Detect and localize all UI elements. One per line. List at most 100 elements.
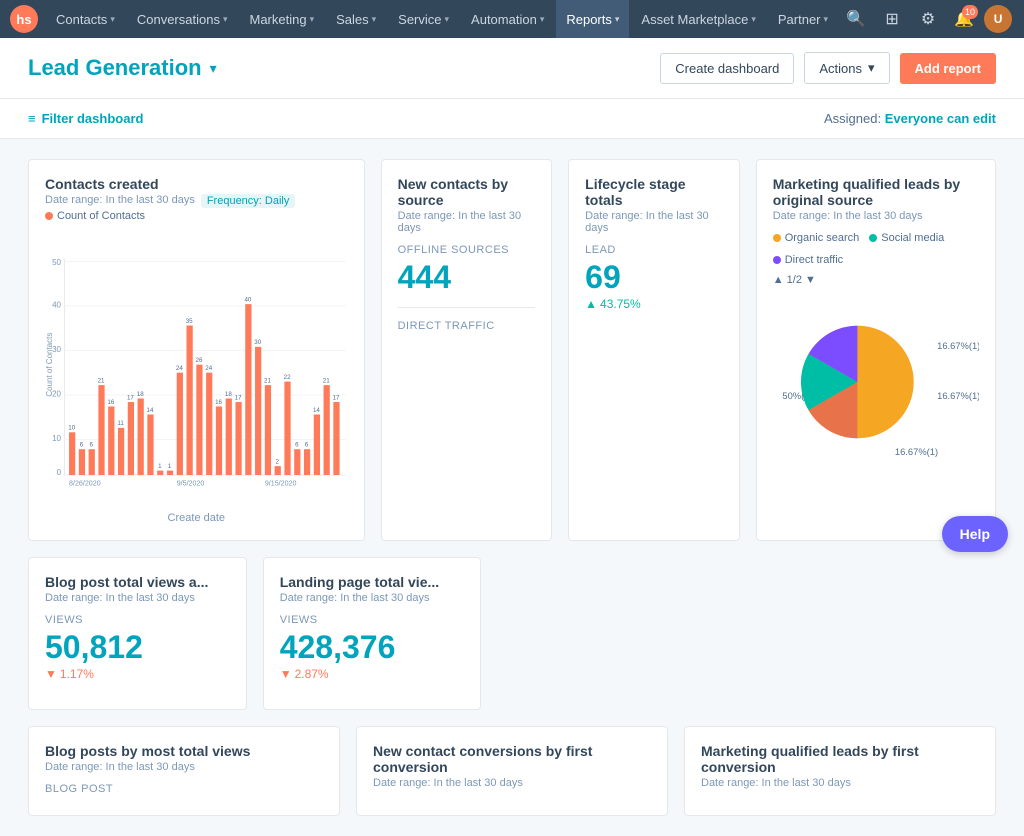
legend-organic-dot [773, 234, 781, 242]
new-contacts-title: New contacts by source [398, 176, 536, 208]
svg-text:22: 22 [284, 374, 291, 381]
nav-contacts[interactable]: Contacts ▾ [46, 0, 125, 38]
blog-posts-most-views-card: Blog posts by most total views Date rang… [28, 726, 340, 816]
lead-metric-label: LEAD [585, 244, 723, 256]
svg-text:24: 24 [205, 365, 212, 372]
svg-text:16: 16 [107, 399, 114, 406]
blog-views-value: 50,812 [45, 630, 230, 665]
lifecycle-stage-title: Lifecycle stage totals [585, 176, 723, 208]
mql-by-source-card: Marketing qualified leads by original so… [756, 159, 996, 541]
svg-text:21: 21 [98, 377, 105, 384]
svg-text:17: 17 [333, 394, 340, 401]
top-navigation: hs Contacts ▾ Conversations ▾ Marketing … [0, 0, 1024, 38]
direct-traffic-section: DIRECT TRAFFIC [398, 320, 536, 348]
bar-chart: 50 40 30 20 10 0 Co [45, 230, 348, 510]
svg-text:18: 18 [137, 391, 144, 398]
chevron-down-icon: ▾ [310, 14, 315, 25]
help-button[interactable]: Help [942, 516, 1008, 552]
nav-service[interactable]: Service ▾ [388, 0, 459, 38]
svg-text:6: 6 [80, 442, 84, 449]
offline-sources-label: OFFLINE SOURCES [398, 244, 536, 256]
chevron-down-icon: ▾ [824, 14, 829, 25]
mql-date: Date range: In the last 30 days [773, 210, 979, 222]
svg-text:50: 50 [52, 258, 61, 267]
blog-posts-most-title: Blog posts by most total views [45, 743, 323, 759]
lead-metric-change: ▲ 43.75% [585, 297, 723, 311]
svg-text:8/26/2020: 8/26/2020 [69, 480, 101, 488]
prev-icon[interactable]: ▲ [773, 274, 784, 286]
nav-automation[interactable]: Automation ▾ [461, 0, 554, 38]
user-menu-chevron[interactable]: ▾ [1016, 3, 1024, 35]
nav-reports[interactable]: Reports ▾ [556, 0, 629, 38]
svg-text:9/15/2020: 9/15/2020 [265, 480, 297, 488]
legend-social-dot [869, 234, 877, 242]
blog-views-label: VIEWS [45, 614, 230, 626]
add-report-button[interactable]: Add report [900, 53, 996, 84]
hubspot-logo[interactable]: hs [10, 5, 38, 33]
new-contact-conversions-title: New contact conversions by first convers… [373, 743, 651, 775]
new-contacts-date: Date range: In the last 30 days [398, 210, 536, 234]
new-contact-conversions-card: New contact conversions by first convers… [356, 726, 668, 816]
svg-text:21: 21 [264, 377, 271, 384]
svg-text:17: 17 [127, 394, 134, 401]
filter-dashboard-button[interactable]: ≡ Filter dashboard [28, 111, 143, 126]
search-button[interactable]: 🔍 [840, 3, 872, 35]
nav-partner[interactable]: Partner ▾ [768, 0, 838, 38]
svg-text:10: 10 [68, 425, 75, 432]
assigned-label: Assigned: [824, 111, 881, 126]
blog-posts-most-date: Date range: In the last 30 days [45, 761, 323, 773]
chart-legend: Count of Contacts [45, 210, 348, 222]
assigned-value[interactable]: Everyone can edit [885, 111, 996, 126]
down-arrow-icon: ▼ [45, 667, 57, 681]
landing-views-label: VIEWS [280, 614, 465, 626]
chevron-down-icon: ▾ [445, 14, 450, 25]
create-dashboard-button[interactable]: Create dashboard [660, 53, 794, 84]
svg-text:hs: hs [16, 12, 31, 27]
lifecycle-stage-date: Date range: In the last 30 days [585, 210, 723, 234]
chevron-down-icon: ▾ [110, 14, 115, 25]
nav-marketing[interactable]: Marketing ▾ [239, 0, 324, 38]
chevron-down-icon: ▾ [540, 14, 545, 25]
user-avatar[interactable]: U [984, 5, 1012, 33]
filter-bar: ≡ Filter dashboard Assigned: Everyone ca… [0, 99, 1024, 139]
new-contact-conversions-date: Date range: In the last 30 days [373, 777, 651, 789]
pie-chart-svg: 16.67%(1) 16.67%(1) 16.67%(1) 50%(3) [773, 292, 979, 472]
lead-metric-section: LEAD 69 ▲ 43.75% [585, 244, 723, 323]
apps-button[interactable]: ⊞ [876, 3, 908, 35]
contacts-created-meta: Date range: In the last 30 days Frequenc… [45, 194, 348, 208]
chevron-down-icon: ▾ [751, 14, 756, 25]
svg-text:16.67%(1): 16.67%(1) [895, 447, 938, 457]
svg-text:17: 17 [235, 394, 242, 401]
notifications-button[interactable]: 🔔 10 [948, 3, 980, 35]
contacts-created-title: Contacts created [45, 176, 348, 192]
new-contacts-by-source-card: New contacts by source Date range: In th… [381, 159, 553, 541]
mql-first-conversion-title: Marketing qualified leads by first conve… [701, 743, 979, 775]
direct-traffic-label: DIRECT TRAFFIC [398, 320, 536, 332]
pie-navigation: ▲ 1/2 ▼ [773, 274, 979, 286]
blog-views-metric: VIEWS 50,812 ▼ 1.17% [45, 614, 230, 693]
nav-conversations[interactable]: Conversations ▾ [127, 0, 238, 38]
page-title-section: Lead Generation ▾ [28, 55, 217, 81]
dashboard-row-2: Blog post total views a... Date range: I… [28, 557, 996, 710]
page-title-dropdown-icon[interactable]: ▾ [210, 60, 217, 77]
legend-direct: Direct traffic [773, 254, 843, 266]
landing-views-value: 428,376 [280, 630, 465, 665]
svg-text:24: 24 [176, 365, 183, 372]
svg-text:14: 14 [313, 407, 320, 414]
settings-button[interactable]: ⚙ [912, 3, 944, 35]
svg-text:6: 6 [305, 442, 309, 449]
mql-first-conversion-date: Date range: In the last 30 days [701, 777, 979, 789]
svg-text:0: 0 [57, 468, 62, 477]
nav-sales[interactable]: Sales ▾ [326, 0, 386, 38]
svg-text:2: 2 [276, 458, 280, 465]
next-icon[interactable]: ▼ [805, 274, 816, 286]
pie-legend: Organic search Social media Direct traff… [773, 232, 979, 266]
blog-post-views-title: Blog post total views a... [45, 574, 230, 590]
legend-social: Social media [869, 232, 944, 244]
svg-text:10: 10 [52, 434, 61, 443]
dashboard: Contacts created Date range: In the last… [0, 139, 1024, 836]
actions-button[interactable]: Actions ▾ [804, 52, 889, 84]
landing-views-change: ▼ 2.87% [280, 667, 465, 681]
mql-first-conversion-card: Marketing qualified leads by first conve… [684, 726, 996, 816]
nav-asset-marketplace[interactable]: Asset Marketplace ▾ [631, 0, 765, 38]
